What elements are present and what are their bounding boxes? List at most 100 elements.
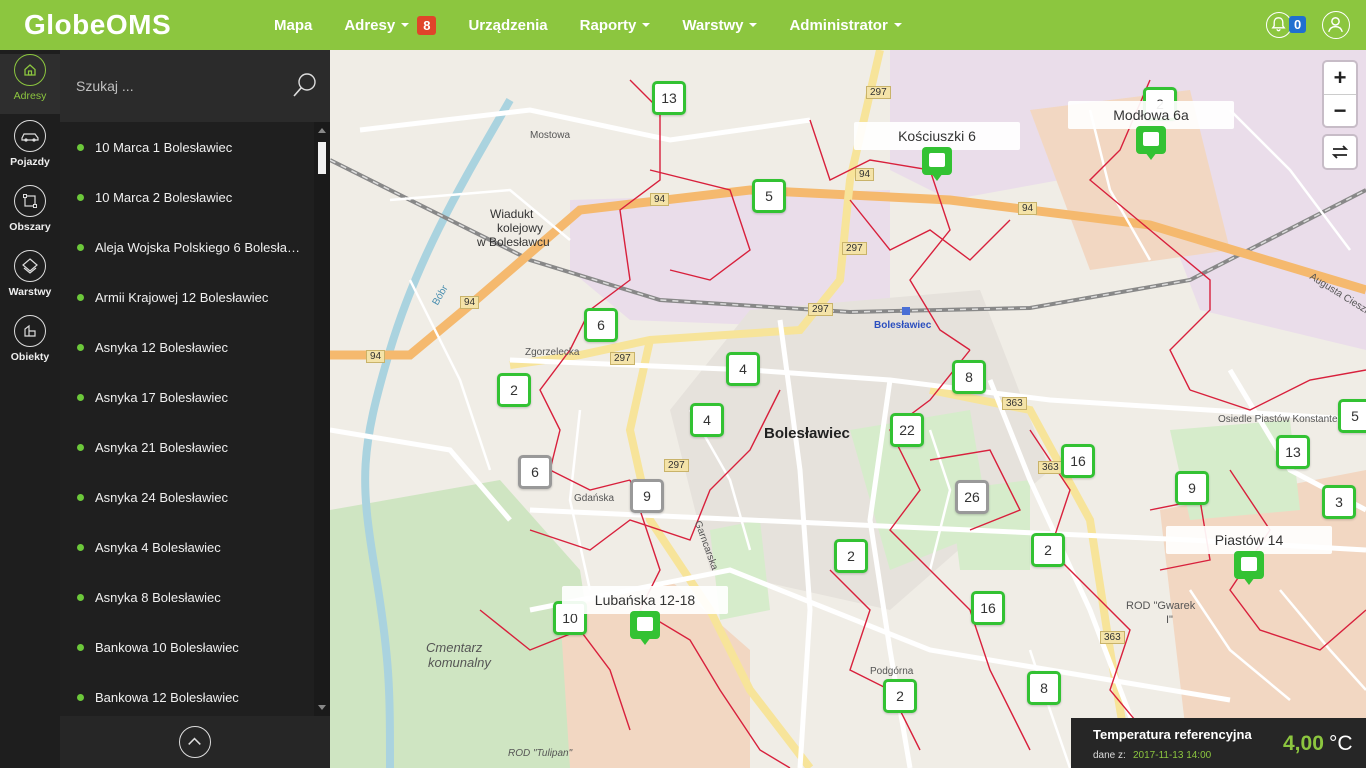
nav-adresy[interactable]: Adresy 8 (344, 15, 437, 35)
road-shield: 363 (1002, 397, 1027, 410)
address-label: Asnyka 12 Bolesławiec (95, 339, 228, 355)
chevron-down-icon (749, 23, 758, 27)
status-dot (77, 143, 84, 151)
list-item[interactable]: Armii Krajowej 12 Bolesławiec (60, 272, 312, 322)
road-shield: 94 (855, 168, 875, 181)
address-pin[interactable] (1234, 551, 1264, 585)
viaduct-label: kolejowy (497, 221, 544, 235)
chevron-down-icon (401, 23, 410, 27)
list-item[interactable]: 10 Marca 2 Bolesławiec (60, 172, 312, 222)
list-item[interactable]: Bankowa 12 Bolesławiec (60, 672, 312, 716)
list-item[interactable]: Asnyka 17 Bolesławiec (60, 372, 312, 422)
list-scrollbar[interactable] (314, 122, 330, 716)
rail-obiekty-label: Obiekty (10, 351, 50, 363)
list-item[interactable]: 10 Marca 1 Bolesławiec (60, 122, 312, 172)
map-view[interactable]: 94 94 94 94 94 297 297 297 297 297 363 3… (330, 50, 1366, 768)
map-cluster[interactable]: 2 (1031, 533, 1065, 567)
map-cluster[interactable]: 8 (1027, 671, 1061, 705)
status-dot (77, 193, 84, 201)
scroll-thumb[interactable] (318, 142, 326, 174)
road-shield: 94 (1018, 202, 1038, 215)
rod-label: I" (1166, 614, 1173, 626)
rail-adresy[interactable]: Adresy (0, 54, 60, 114)
list-item[interactable]: Bankowa 10 Bolesławiec (60, 622, 312, 672)
list-item[interactable]: Asnyka 21 Bolesławiec (60, 422, 312, 472)
map-cluster[interactable]: 4 (726, 352, 760, 386)
map-cluster[interactable]: 3 (1322, 485, 1356, 519)
address-pin[interactable] (922, 147, 952, 181)
list-item[interactable]: Asnyka 12 Bolesławiec (60, 322, 312, 372)
user-menu-button[interactable] (1322, 11, 1350, 39)
rail-warstwy-label: Warstwy (8, 286, 52, 298)
search-bar (60, 50, 330, 122)
map-cluster[interactable]: 16 (971, 591, 1005, 625)
map-cluster[interactable]: 9 (1175, 471, 1209, 505)
station-label: Bolesławiec (874, 320, 932, 331)
notifications-count-badge: 0 (1289, 16, 1307, 33)
list-item[interactable]: Asnyka 8 Bolesławiec (60, 572, 312, 622)
map-cluster[interactable]: 2 (883, 679, 917, 713)
map-cluster[interactable]: 6 (584, 308, 618, 342)
home-icon (14, 54, 46, 86)
nav-administrator-label: Administrator (789, 16, 888, 34)
street-label: Gdańska (574, 493, 615, 504)
map-cluster[interactable]: 22 (890, 413, 924, 447)
nav-warstwy-label: Warstwy (682, 16, 744, 34)
map-cluster[interactable]: 8 (952, 360, 986, 394)
address-pin[interactable] (1136, 126, 1166, 160)
map-cluster[interactable]: 5 (752, 179, 786, 213)
nav-mapa-label: Mapa (274, 16, 313, 34)
road-shield: 363 (1038, 461, 1063, 474)
top-bar: GlobeOMS Mapa Adresy 8 Urządzenia Raport… (0, 0, 1366, 50)
address-label: Asnyka 21 Bolesławiec (95, 439, 228, 455)
status-dot (77, 543, 84, 551)
left-rail: Adresy Pojazdy Obszary Warstwy Obiekty (0, 50, 60, 768)
nav-administrator[interactable]: Administrator (789, 16, 902, 34)
rail-pojazdy[interactable]: Pojazdy (0, 120, 60, 180)
nav-urzadzenia[interactable]: Urządzenia (468, 17, 547, 34)
app-logo[interactable]: GlobeOMS (24, 9, 171, 41)
street-label: Mostowa (530, 130, 571, 141)
map-cluster[interactable]: 9 (630, 479, 664, 513)
map-cluster[interactable]: 2 (497, 373, 531, 407)
map-cluster[interactable]: 6 (518, 455, 552, 489)
address-label: Asnyka 4 Bolesławiec (95, 539, 221, 555)
temperature-unit: °C (1329, 732, 1353, 755)
adresy-count-badge: 8 (417, 15, 437, 35)
nav-mapa[interactable]: Mapa (274, 17, 312, 34)
search-input[interactable] (76, 74, 286, 98)
status-dot (77, 643, 84, 651)
pin-label: Lubańska 12-18 (562, 586, 728, 614)
address-pin[interactable] (630, 611, 660, 645)
map-cluster[interactable]: 13 (652, 81, 686, 115)
list-item[interactable]: Asnyka 4 Bolesławiec (60, 522, 312, 572)
swap-layers-button[interactable] (1324, 136, 1356, 168)
map-cluster[interactable]: 4 (690, 403, 724, 437)
collapse-button[interactable] (179, 726, 211, 758)
list-item[interactable]: Aleja Wojska Polskiego 6 Bolesławiec (60, 222, 312, 272)
map-cluster[interactable]: 26 (955, 480, 989, 514)
zoom-out-button[interactable]: − (1324, 94, 1356, 126)
pin-inner (929, 153, 945, 167)
rail-pojazdy-label: Pojazdy (10, 156, 50, 168)
nav-urzadzenia-label: Urządzenia (468, 16, 548, 34)
map-cluster[interactable]: 16 (1061, 444, 1095, 478)
list-item[interactable]: Asnyka 24 Bolesławiec (60, 472, 312, 522)
road-shield: 363 (1100, 631, 1125, 644)
map-cluster[interactable]: 2 (834, 539, 868, 573)
scroll-down-arrow-icon[interactable] (318, 705, 326, 710)
rail-warstwy[interactable]: Warstwy (0, 250, 60, 310)
scroll-up-arrow-icon[interactable] (318, 128, 326, 133)
rail-obiekty[interactable]: Obiekty (0, 315, 60, 375)
nav-raporty[interactable]: Raporty (580, 17, 651, 34)
nav-warstwy[interactable]: Warstwy (682, 16, 758, 34)
road-shield: 297 (664, 459, 689, 472)
address-label: Bankowa 10 Bolesławiec (95, 639, 239, 655)
zoom-in-button[interactable]: + (1324, 62, 1356, 94)
nav-adresy-label: Adresy (344, 16, 396, 34)
map-cluster[interactable]: 13 (1276, 435, 1310, 469)
map-cluster[interactable]: 5 (1338, 399, 1366, 433)
status-dot (77, 593, 84, 601)
rail-obszary[interactable]: Obszary (0, 185, 60, 245)
search-icon[interactable] (292, 72, 318, 100)
